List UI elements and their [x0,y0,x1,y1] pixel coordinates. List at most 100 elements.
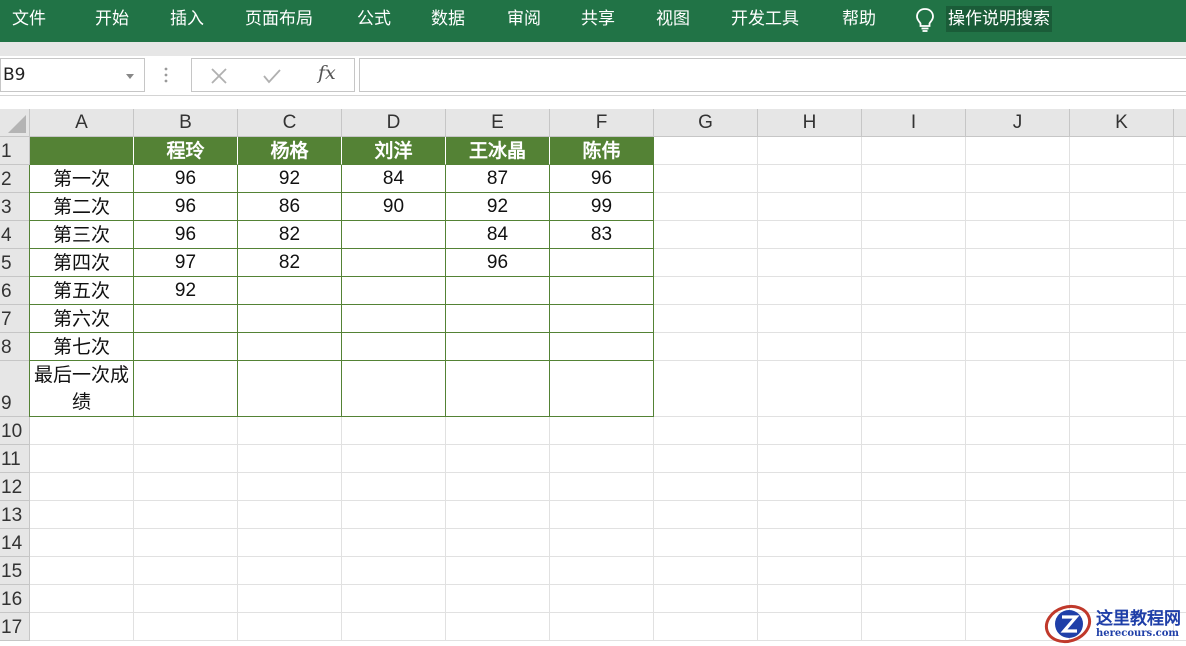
cell-j9[interactable] [966,361,1070,417]
cell-a14[interactable] [30,529,134,557]
cell-b15[interactable] [134,557,238,585]
cancel-icon[interactable] [210,67,228,85]
cell-f17[interactable] [550,613,654,641]
cell-f2[interactable]: 96 [550,165,654,193]
cell-h6[interactable] [758,277,862,305]
cell-h5[interactable] [758,249,862,277]
cell-j15[interactable] [966,557,1070,585]
cell-e7[interactable] [446,305,550,333]
cell-i11[interactable] [862,445,966,473]
column-header-c[interactable]: C [238,109,342,137]
cell-g11[interactable] [654,445,758,473]
cell-d6[interactable] [342,277,446,305]
cell-c12[interactable] [238,473,342,501]
tell-me-search[interactable]: 操作说明搜索 [946,6,1052,32]
cell-h9[interactable] [758,361,862,417]
cell-i4[interactable] [862,221,966,249]
cell-h4[interactable] [758,221,862,249]
cell-e17[interactable] [446,613,550,641]
cell-d15[interactable] [342,557,446,585]
cell-i16[interactable] [862,585,966,613]
cell-b13[interactable] [134,501,238,529]
ribbon-tab-2[interactable]: 插入 [170,0,204,38]
cell-c13[interactable] [238,501,342,529]
cell-k3[interactable] [1070,193,1174,221]
cell-h14[interactable] [758,529,862,557]
cell-a15[interactable] [30,557,134,585]
cell-l15[interactable] [1174,557,1186,585]
cell-e12[interactable] [446,473,550,501]
cell-c7[interactable] [238,305,342,333]
cell-b14[interactable] [134,529,238,557]
name-box[interactable]: B9 [0,58,145,92]
cell-f7[interactable] [550,305,654,333]
cell-b5[interactable]: 97 [134,249,238,277]
cell-b12[interactable] [134,473,238,501]
cell-f10[interactable] [550,417,654,445]
row-header-8[interactable]: 8 [0,333,30,361]
cell-a17[interactable] [30,613,134,641]
cell-j6[interactable] [966,277,1070,305]
cell-g2[interactable] [654,165,758,193]
cell-c10[interactable] [238,417,342,445]
cell-e4[interactable]: 84 [446,221,550,249]
row-header-16[interactable]: 16 [0,585,30,613]
cell-l13[interactable] [1174,501,1186,529]
cell-f13[interactable] [550,501,654,529]
cell-d4[interactable] [342,221,446,249]
column-header-a[interactable]: A [30,109,134,137]
cell-f9[interactable] [550,361,654,417]
ribbon-tab-0[interactable]: 文件 [12,0,46,38]
cell-i14[interactable] [862,529,966,557]
cell-f16[interactable] [550,585,654,613]
cell-h7[interactable] [758,305,862,333]
cell-f15[interactable] [550,557,654,585]
cell-i13[interactable] [862,501,966,529]
cell-f8[interactable] [550,333,654,361]
select-all-button[interactable] [0,109,30,137]
cell-b11[interactable] [134,445,238,473]
cell-h12[interactable] [758,473,862,501]
cell-c4[interactable]: 82 [238,221,342,249]
formula-input[interactable] [359,58,1186,92]
row-header-9[interactable]: 9 [0,361,30,417]
cell-d11[interactable] [342,445,446,473]
cell-h8[interactable] [758,333,862,361]
cell-d14[interactable] [342,529,446,557]
cell-l10[interactable] [1174,417,1186,445]
cell-a2[interactable]: 第一次 [29,165,134,193]
cell-a3[interactable]: 第二次 [29,193,134,221]
cell-e10[interactable] [446,417,550,445]
cell-e5[interactable]: 96 [446,249,550,277]
row-header-7[interactable]: 7 [0,305,30,333]
chevron-down-icon[interactable] [126,74,134,79]
cell-h17[interactable] [758,613,862,641]
cell-j1[interactable] [966,137,1070,165]
cell-e8[interactable] [446,333,550,361]
cell-j14[interactable] [966,529,1070,557]
cell-h1[interactable] [758,137,862,165]
ribbon-tab-8[interactable]: 视图 [656,0,690,38]
cell-c16[interactable] [238,585,342,613]
cell-a7[interactable]: 第六次 [29,305,134,333]
cell-k8[interactable] [1070,333,1174,361]
cell-d9[interactable] [342,361,446,417]
cell-g10[interactable] [654,417,758,445]
cell-i5[interactable] [862,249,966,277]
cell-l2[interactable] [1174,165,1186,193]
row-header-12[interactable]: 12 [0,473,30,501]
cell-k9[interactable] [1070,361,1174,417]
row-header-3[interactable]: 3 [0,193,30,221]
cell-c15[interactable] [238,557,342,585]
cell-k14[interactable] [1070,529,1174,557]
row-header-11[interactable]: 11 [0,445,30,473]
row-header-10[interactable]: 10 [0,417,30,445]
cell-k5[interactable] [1070,249,1174,277]
cell-h3[interactable] [758,193,862,221]
cell-h15[interactable] [758,557,862,585]
cell-a9[interactable]: 最后一次成绩 [29,361,134,417]
cell-j2[interactable] [966,165,1070,193]
row-header-1[interactable]: 1 [0,137,30,165]
cell-j8[interactable] [966,333,1070,361]
row-header-4[interactable]: 4 [0,221,30,249]
